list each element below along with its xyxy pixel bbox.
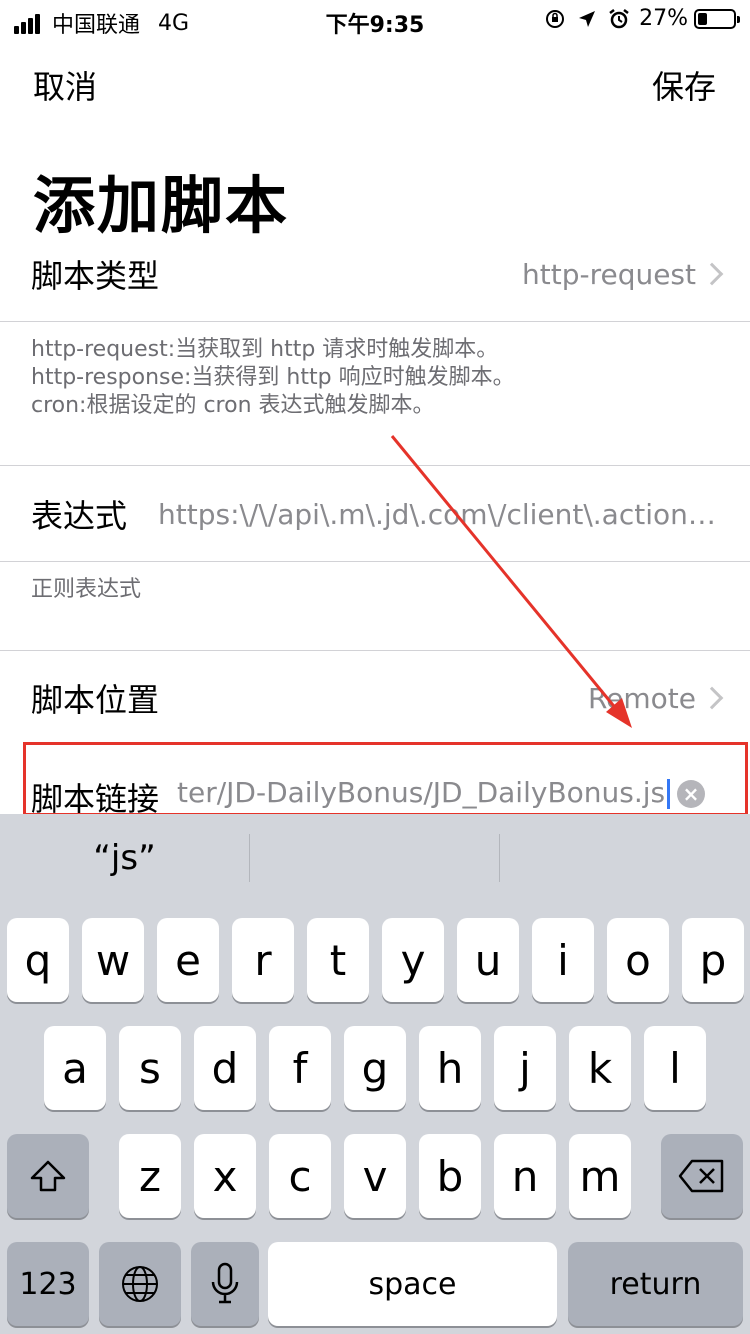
key-e[interactable]: e	[157, 918, 219, 1002]
key-h[interactable]: h	[419, 1026, 481, 1110]
key-p[interactable]: p	[682, 918, 744, 1002]
divider	[0, 561, 750, 562]
key-v[interactable]: v	[344, 1134, 406, 1218]
key-f[interactable]: f	[269, 1026, 331, 1110]
microphone-key[interactable]	[191, 1242, 259, 1326]
chevron-right-icon	[700, 686, 724, 710]
suggestion-item[interactable]: “js”	[0, 814, 249, 902]
suggestion-item[interactable]	[500, 814, 750, 902]
suggestion-item[interactable]	[250, 814, 499, 902]
cancel-button[interactable]: 取消	[33, 62, 97, 108]
delete-key[interactable]	[661, 1134, 743, 1218]
script-location-row[interactable]: 脚本位置 Remote	[0, 668, 750, 728]
key-w[interactable]: w	[82, 918, 144, 1002]
key-s[interactable]: s	[119, 1026, 181, 1110]
shift-icon	[30, 1160, 66, 1192]
chevron-right-icon	[700, 262, 724, 286]
help-line: cron:根据设定的 cron 表达式触发脚本。	[31, 393, 435, 418]
alarm-icon	[607, 7, 631, 31]
space-key[interactable]: space	[268, 1242, 557, 1326]
key-y[interactable]: y	[382, 918, 444, 1002]
key-a[interactable]: a	[44, 1026, 106, 1110]
key-j[interactable]: j	[494, 1026, 556, 1110]
key-l[interactable]: l	[644, 1026, 706, 1110]
key-o[interactable]: o	[607, 918, 669, 1002]
expression-row[interactable]: 表达式 https:\/\/api\.m\.jd\.com\/client\.a…	[0, 484, 750, 544]
divider	[0, 465, 750, 466]
key-q[interactable]: q	[7, 918, 69, 1002]
script-type-help: http-request:当获取到 http 请求时触发脚本。 http-res…	[31, 336, 515, 420]
divider	[0, 321, 750, 322]
script-location-label: 脚本位置	[31, 681, 160, 719]
location-icon	[575, 7, 599, 31]
script-type-label: 脚本类型	[31, 257, 160, 295]
key-z[interactable]: z	[119, 1134, 181, 1218]
key-b[interactable]: b	[419, 1134, 481, 1218]
key-m[interactable]: m	[569, 1134, 631, 1218]
page-title: 添加脚本	[33, 169, 290, 242]
key-n[interactable]: n	[494, 1134, 556, 1218]
battery-fill	[698, 12, 708, 25]
keyboard: “js” qwertyuiop asdfghjkl zxcvbnm 123 sp…	[0, 814, 750, 1334]
battery-icon	[694, 8, 740, 29]
globe-key[interactable]	[99, 1242, 181, 1326]
help-line: http-response:当获得到 http 响应时触发脚本。	[31, 365, 515, 390]
expression-label: 表达式	[31, 497, 128, 535]
script-location-value: Remote	[587, 681, 696, 715]
delete-icon	[678, 1159, 724, 1193]
rotation-lock-icon	[543, 7, 567, 31]
help-line: http-request:当获取到 http 请求时触发脚本。	[31, 337, 499, 362]
suggestion-bar: “js”	[0, 814, 750, 902]
shift-key[interactable]	[7, 1134, 89, 1218]
microphone-icon	[211, 1262, 239, 1304]
key-k[interactable]: k	[569, 1026, 631, 1110]
key-u[interactable]: u	[457, 918, 519, 1002]
status-bar: 中国联通 4G 下午9:35 27%	[0, 0, 750, 40]
expression-input[interactable]: https:\/\/api\.m\.jd\.com\/client\.actio…	[158, 498, 720, 531]
divider	[0, 650, 750, 651]
key-r[interactable]: r	[232, 918, 294, 1002]
key-i[interactable]: i	[532, 918, 594, 1002]
key-t[interactable]: t	[307, 918, 369, 1002]
key-x[interactable]: x	[194, 1134, 256, 1218]
script-type-row[interactable]: 脚本类型 http-request	[0, 245, 750, 303]
numbers-key[interactable]: 123	[7, 1242, 89, 1326]
return-key[interactable]: return	[568, 1242, 743, 1326]
annotation-box	[23, 742, 748, 816]
status-right: 27%	[535, 6, 740, 31]
key-d[interactable]: d	[194, 1026, 256, 1110]
key-c[interactable]: c	[269, 1134, 331, 1218]
key-g[interactable]: g	[344, 1026, 406, 1110]
save-button[interactable]: 保存	[652, 62, 716, 108]
battery-percent: 27%	[639, 6, 688, 31]
script-type-value: http-request	[521, 257, 696, 291]
expression-help: 正则表达式	[31, 577, 142, 602]
globe-icon	[122, 1266, 158, 1302]
